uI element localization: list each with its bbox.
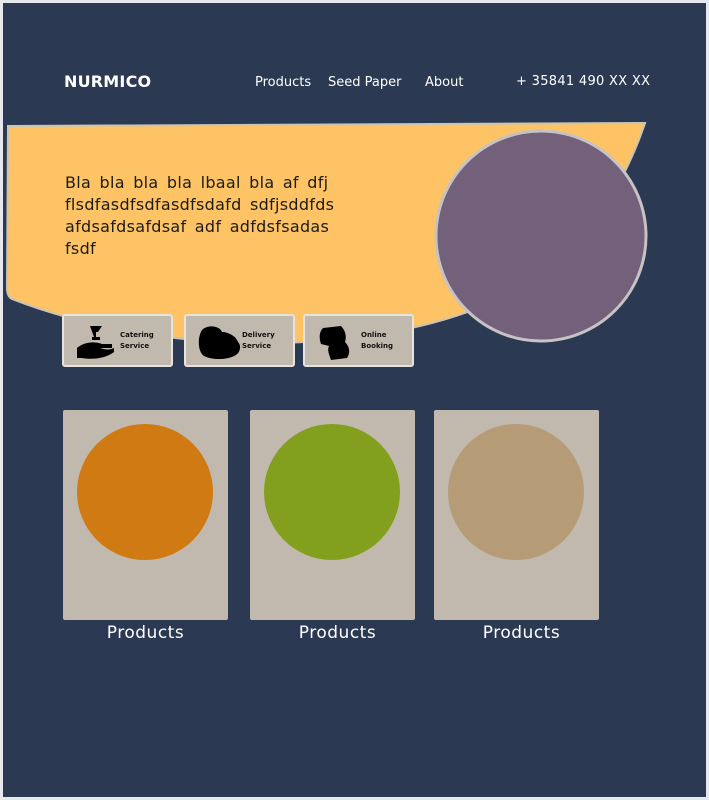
product-caption-3[interactable]: Products	[434, 623, 609, 643]
puzzle-blob-icon	[319, 326, 350, 360]
serving-hand-icon	[77, 326, 114, 359]
service-card-online[interactable]: Online Booking	[303, 314, 414, 367]
service-card-delivery[interactable]: Delivery Service	[184, 314, 295, 367]
brand-logo[interactable]: NURMICO	[64, 72, 151, 91]
service-label: Delivery Service	[242, 331, 275, 350]
product-image-3	[448, 424, 584, 560]
product-card-2[interactable]	[250, 410, 415, 620]
product-card-1[interactable]	[63, 410, 228, 620]
product-caption-1[interactable]: Products	[63, 623, 228, 643]
phone-number: + 35841 490 XX XX	[516, 74, 651, 89]
service-card-catering[interactable]: Catering Service	[62, 314, 173, 367]
product-card-3[interactable]	[434, 410, 599, 620]
product-caption-2[interactable]: Products	[250, 623, 425, 643]
nav-products[interactable]: Products	[255, 75, 311, 90]
service-label: Online Booking	[361, 331, 394, 350]
hero-banner	[5, 121, 648, 345]
product-image-1	[77, 424, 213, 560]
nav-seed-paper[interactable]: Seed Paper	[328, 75, 401, 90]
cloud-blob-icon	[198, 326, 241, 359]
nav-about[interactable]: About	[425, 75, 463, 90]
service-label: Catering Service	[120, 331, 154, 350]
hero-text: Bla bla bla bla lbaal bla af dfj flsdfas…	[65, 173, 335, 258]
page: NURMICO Products Seed Paper About + 3584…	[3, 3, 706, 797]
hero-circle	[434, 129, 648, 343]
product-image-2	[264, 424, 400, 560]
